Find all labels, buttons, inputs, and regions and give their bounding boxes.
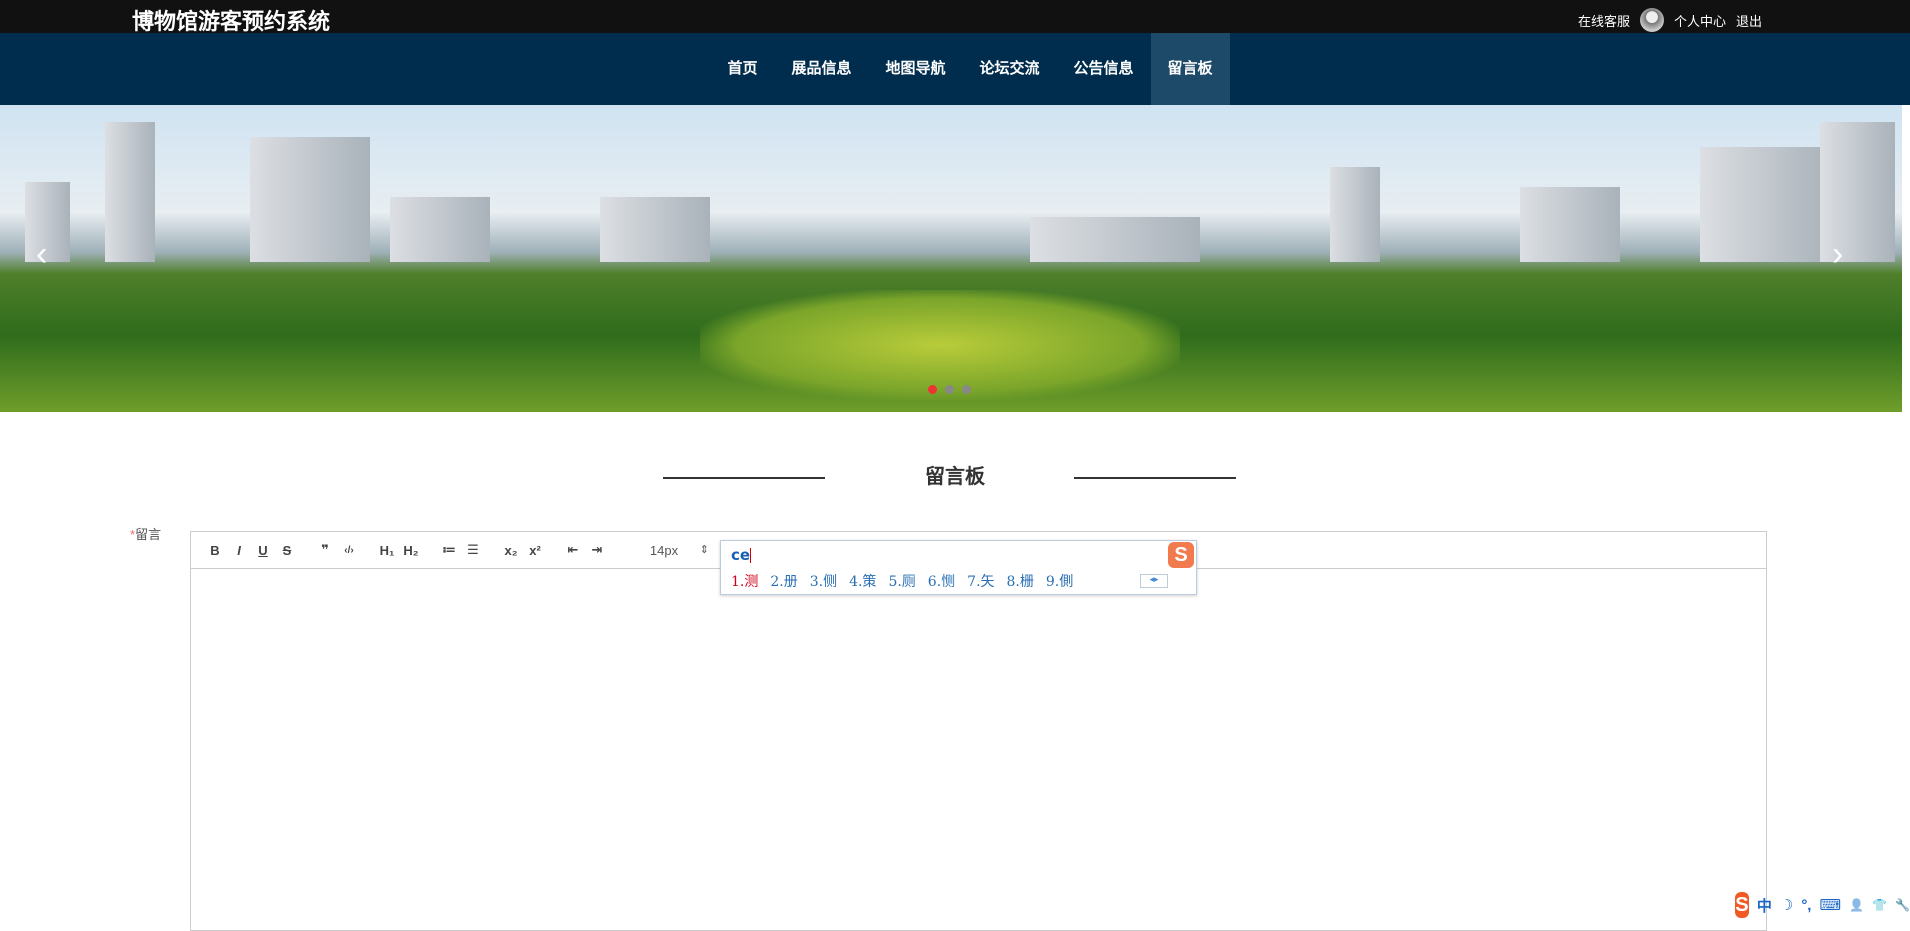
ime-candidate[interactable]: 7.矢	[967, 571, 994, 591]
outdent-button[interactable]: ⇤	[561, 542, 585, 558]
avatar[interactable]	[1639, 8, 1664, 32]
site-title: 博物馆游客预约系统	[132, 9, 331, 34]
main-nav: 首页 展品信息 地图导航 论坛交流 公告信息 留言板	[0, 33, 1910, 105]
building	[390, 197, 490, 262]
building	[600, 197, 710, 262]
ime-candidate[interactable]: 3.侧	[810, 571, 837, 591]
nav-notices[interactable]: 公告信息	[1057, 33, 1151, 105]
logout-link[interactable]: 退出	[1736, 11, 1762, 30]
ime-candidate[interactable]: 5.厕	[888, 571, 915, 591]
indent-button[interactable]: ⇥	[585, 542, 609, 558]
lawn	[700, 290, 1180, 400]
user-bar: 在线客服 个人中心 退出	[1578, 8, 1762, 32]
superscript-button[interactable]: x²	[523, 543, 547, 558]
message-label-text: 留言	[135, 527, 162, 542]
keyboard-icon[interactable]: ⌨	[1819, 896, 1841, 914]
wrench-icon[interactable]: 🔧	[1895, 898, 1910, 912]
strike-button[interactable]: S	[275, 543, 299, 558]
subscript-button[interactable]: x₂	[499, 543, 523, 558]
h2-button[interactable]: H₂	[399, 543, 423, 558]
font-size-select[interactable]: 14px	[609, 543, 709, 558]
ime-candidate[interactable]: 9.側	[1046, 571, 1073, 591]
ime-candidate[interactable]: 8.栅	[1007, 571, 1034, 591]
ime-candidate[interactable]: 1.测	[731, 571, 758, 591]
sogou-logo-icon: S	[1168, 542, 1194, 568]
prev-slide-icon[interactable]: ‹	[36, 235, 47, 274]
online-service-link[interactable]: 在线客服	[1578, 11, 1630, 30]
carousel-dot[interactable]	[928, 385, 937, 394]
title-divider-right	[1074, 477, 1236, 479]
bold-button[interactable]: B	[203, 543, 227, 558]
nav-home[interactable]: 首页	[710, 33, 774, 105]
h1-button[interactable]: H₁	[375, 543, 399, 558]
ime-candidates: 1.测 2.册 3.侧 4.策 5.厕 6.恻 7.矢 8.栅 9.側	[731, 571, 1073, 591]
building	[1520, 187, 1620, 262]
carousel-dot[interactable]	[945, 385, 954, 394]
section-title: 留言板	[925, 466, 985, 488]
nav-map[interactable]: 地图导航	[868, 33, 962, 105]
ime-input-text: ce	[731, 546, 751, 564]
user-icon[interactable]: 👤	[1849, 898, 1864, 912]
underline-button[interactable]: U	[251, 543, 275, 558]
building	[1700, 147, 1830, 262]
skin-icon[interactable]: 👕	[1872, 898, 1887, 912]
carousel-dot[interactable]	[962, 385, 971, 394]
next-slide-icon[interactable]: ›	[1832, 235, 1843, 274]
top-bar: 博物馆游客预约系统 在线客服 个人中心 退出	[0, 0, 1910, 34]
editor-content[interactable]	[191, 569, 1766, 929]
building	[25, 182, 70, 262]
nav-forum[interactable]: 论坛交流	[963, 33, 1057, 105]
nav-message-board[interactable]: 留言板	[1150, 33, 1230, 105]
chinese-mode-icon[interactable]: 中	[1757, 895, 1772, 916]
moon-icon[interactable]: ☽	[1780, 896, 1793, 914]
italic-button[interactable]: I	[227, 543, 251, 558]
blockquote-button[interactable]: ❞	[313, 542, 337, 558]
profile-link[interactable]: 个人中心	[1674, 11, 1726, 30]
ime-candidate-popup: ce 1.测 2.册 3.侧 4.策 5.厕 6.恻 7.矢 8.栅 9.側 ◂…	[720, 540, 1197, 595]
building	[1030, 217, 1200, 262]
sogou-logo-icon[interactable]: S	[1735, 892, 1749, 918]
ordered-list-button[interactable]: ≔	[437, 542, 461, 558]
ime-candidate[interactable]: 6.恻	[928, 571, 955, 591]
code-button[interactable]: ‹/›	[337, 545, 361, 556]
banner-carousel[interactable]: ‹ ›	[0, 105, 1902, 412]
building	[105, 122, 155, 262]
bullet-list-button[interactable]: ☰	[461, 542, 485, 558]
message-label: *留言	[130, 524, 161, 543]
ime-candidate[interactable]: 2.册	[770, 571, 797, 591]
ime-candidate[interactable]: 4.策	[849, 571, 876, 591]
ime-status-bar: S 中 ☽ °, ⌨ 👤 👕 🔧	[1735, 892, 1910, 918]
building	[1330, 167, 1380, 262]
carousel-indicators	[928, 385, 971, 394]
nav-exhibits[interactable]: 展品信息	[774, 33, 868, 105]
punctuation-icon[interactable]: °,	[1801, 897, 1811, 914]
ime-pager[interactable]: ◂▸	[1140, 574, 1168, 588]
building	[250, 137, 370, 262]
